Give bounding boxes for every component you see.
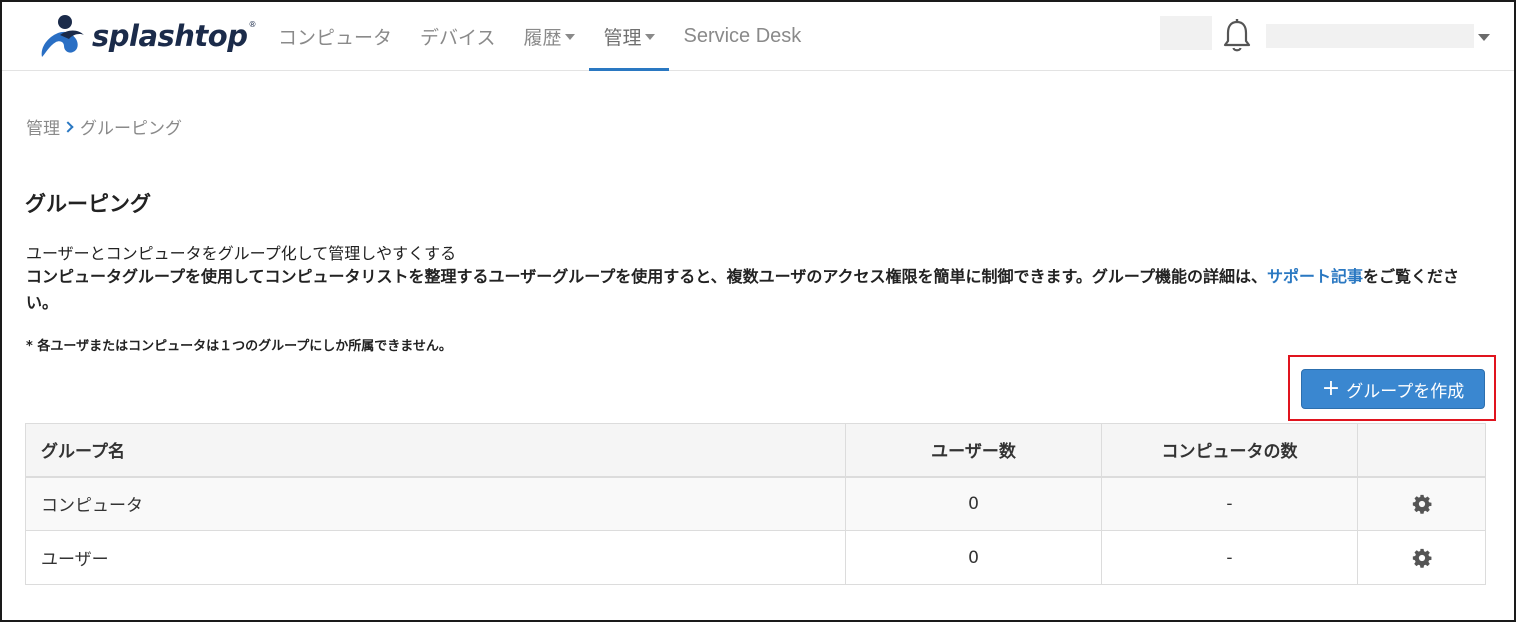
redacted-user-menu[interactable] [1266,24,1474,48]
redacted-header-item[interactable] [1160,16,1212,50]
page-subtitle: ユーザーとコンピュータをグループ化して管理しやすくする [26,244,457,263]
splashtop-logo-icon [41,15,84,57]
computer-count-cell: - [1101,530,1358,585]
splashtop-logo[interactable]: splashtop ® [36,12,256,60]
computer-count-cell: - [1101,476,1358,531]
nav-service-desk-label: Service Desk [683,24,802,47]
actions-cell [1357,530,1486,585]
brand-name: splashtop [92,19,248,53]
breadcrumb-parent[interactable]: 管理 [26,114,60,139]
groups-table: グループ名 ユーザー数 コンピュータの数 コンピュータ 0 - ユーザー 0 - [25,423,1486,585]
page-description: コンピュータグループを使用してコンピュータリストを整理するユーザーグループを使用… [26,264,1486,316]
actions-cell [1357,476,1486,531]
main-nav: コンピュータ デバイス 履歴 管理 Service Desk [264,2,815,71]
nav-management-label: 管理 [603,26,642,49]
breadcrumb-current: グルーピング [80,119,182,139]
group-name-cell[interactable]: ユーザー [25,530,846,585]
nav-computers-label: コンピュータ [278,26,393,49]
create-group-button[interactable]: + グループを作成 [1301,369,1485,409]
caret-down-icon[interactable] [1478,34,1490,41]
table-header-row: グループ名 ユーザー数 コンピュータの数 [25,423,1486,478]
caret-down-icon [565,34,576,40]
nav-service-desk[interactable]: Service Desk [669,2,815,70]
nav-devices[interactable]: デバイス [406,2,509,70]
col-computer-count[interactable]: コンピュータの数 [1101,423,1358,478]
create-group-label: グループを作成 [1346,381,1465,402]
nav-history[interactable]: 履歴 [509,2,589,70]
breadcrumb: 管理 グルーピング [26,114,182,139]
caret-down-icon [645,34,656,40]
brand-reg-mark: ® [248,19,257,29]
chevron-right-icon [62,120,74,133]
col-group-name[interactable]: グループ名 [25,423,846,478]
col-actions [1357,423,1486,478]
table-row: コンピュータ 0 - [25,476,1486,531]
group-membership-note: * 各ユーザまたはコンピュータは１つのグループにしか所属できません。 [26,339,452,354]
support-article-link[interactable]: サポート記事 [1267,267,1363,286]
bell-icon[interactable] [1221,18,1253,54]
page-title: グルーピング [25,192,151,216]
table-row: ユーザー 0 - [25,530,1486,585]
top-navbar: splashtop ® コンピュータ デバイス 履歴 管理 Service Des… [2,2,1514,71]
nav-management[interactable]: 管理 [589,2,670,71]
user-count-cell: 0 [845,476,1102,531]
gear-icon[interactable] [1411,547,1433,569]
col-user-count[interactable]: ユーザー数 [845,423,1102,478]
gear-icon[interactable] [1411,493,1433,515]
group-name-cell[interactable]: コンピュータ [25,476,846,531]
nav-computers[interactable]: コンピュータ [264,2,406,70]
nav-devices-label: デバイス [420,26,496,49]
description-text: コンピュータグループを使用してコンピュータリストを整理するユーザーグループを使用… [26,267,1267,286]
user-count-cell: 0 [845,530,1102,585]
plus-icon: + [1321,376,1341,401]
nav-history-label: 履歴 [523,26,562,49]
